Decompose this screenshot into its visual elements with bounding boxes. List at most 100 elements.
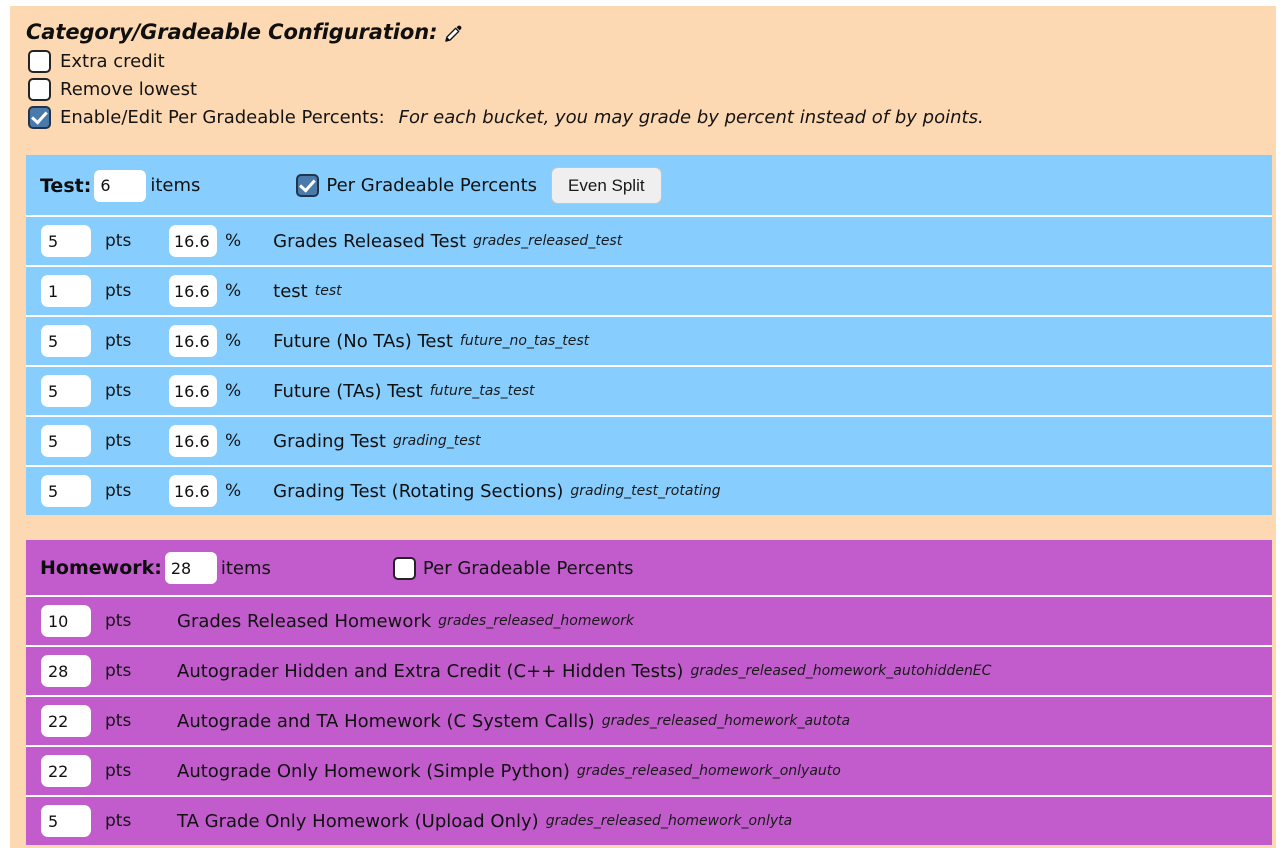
bucket-homework-items-input[interactable]: [164, 552, 217, 584]
bucket-test-even-split-button[interactable]: Even Split: [551, 167, 662, 204]
gradeable-points-input[interactable]: [41, 225, 91, 257]
gradeable-title: Future (TAs) Test: [273, 380, 423, 402]
gradeable-row: pts % test test: [26, 265, 1272, 315]
gradeable-points-input[interactable]: [41, 325, 91, 357]
percent-unit-label: %: [225, 431, 242, 451]
bucket-homework-per-gradeable-percents-group[interactable]: Per Gradeable Percents: [392, 556, 634, 580]
enable-per-gradeable-percents-checkbox[interactable]: [28, 106, 51, 129]
gradeable-title: Autograde and TA Homework (C System Call…: [177, 710, 595, 732]
gradeable-id: test: [314, 283, 342, 299]
remove-lowest-label: Remove lowest: [60, 78, 198, 100]
bucket-homework-per-gradeable-percents-checkbox[interactable]: [392, 556, 416, 580]
gradeable-title: Autograde Only Homework (Simple Python): [177, 760, 570, 782]
bucket-test-rows: pts % Grades Released Test grades_releas…: [26, 215, 1272, 515]
gradeable-points-input[interactable]: [41, 375, 91, 407]
percent-unit-label: %: [225, 481, 242, 501]
extra-credit-label: Extra credit: [60, 50, 165, 72]
gradeable-id: future_no_tas_test: [459, 333, 590, 349]
gradeable-percent-input[interactable]: [169, 275, 217, 307]
gradeable-row: pts TA Grade Only Homework (Upload Only)…: [26, 795, 1272, 845]
extra-credit-checkbox[interactable]: [28, 50, 51, 73]
gradeable-id: grades_released_homework: [438, 613, 635, 629]
gradeable-id: future_tas_test: [429, 383, 535, 399]
gradeable-points-input[interactable]: [41, 755, 91, 787]
bucket-test-items-input[interactable]: [94, 169, 147, 202]
gradeable-row: pts Autograde Only Homework (Simple Pyth…: [26, 745, 1272, 795]
gradeable-points-input[interactable]: [41, 425, 91, 457]
gradeable-row: pts Grades Released Homework grades_rele…: [26, 595, 1272, 645]
gradeable-percent-input[interactable]: [169, 375, 217, 407]
gradeable-id: grades_released_homework_autota: [601, 713, 851, 729]
gradeable-row: pts % Grading Test grading_test: [26, 415, 1272, 465]
bucket-homework-items-label: items: [220, 557, 271, 579]
percent-unit-label: %: [225, 231, 242, 251]
bucket-test-name: Test:: [40, 174, 92, 197]
gradeable-points-input[interactable]: [41, 805, 91, 837]
gradeable-title: Future (No TAs) Test: [273, 330, 453, 352]
gradeable-row: pts Autograde and TA Homework (C System …: [26, 695, 1272, 745]
gradeable-title: Grades Released Homework: [177, 610, 432, 632]
bucket-test: Test: items Per Gradeable Percents Even …: [26, 155, 1272, 515]
percent-unit-label: %: [225, 281, 242, 301]
bucket-test-header: Test: items Per Gradeable Percents Even …: [26, 155, 1272, 215]
points-unit-label: pts: [105, 281, 132, 301]
bucket-homework-header: Homework: items Per Gradeable Percents: [26, 540, 1272, 595]
gradeable-points-input[interactable]: [41, 705, 91, 737]
bucket-test-items-label: items: [150, 175, 201, 196]
points-unit-label: pts: [105, 661, 132, 681]
points-unit-label: pts: [105, 611, 132, 631]
bucket-homework-name: Homework:: [40, 557, 162, 579]
page-title: Category/Gradeable Configuration:: [26, 20, 1276, 44]
gradeable-id: grades_released_homework_onlyta: [545, 813, 793, 829]
gradeable-id: grading_test_rotating: [570, 483, 721, 499]
spacer-before-test-bucket: [10, 134, 1276, 155]
points-unit-label: pts: [105, 381, 132, 401]
points-unit-label: pts: [105, 761, 132, 781]
pencil-icon[interactable]: [444, 23, 464, 43]
enable-per-gradeable-percents-label: Enable/Edit Per Gradeable Percents:: [60, 106, 385, 128]
percent-unit-label: %: [225, 381, 242, 401]
page-root: Category/Gradeable Configuration: Extra …: [0, 0, 1286, 848]
bucket-homework-per-gradeable-percents-label: Per Gradeable Percents: [422, 557, 634, 579]
gradeable-id: grades_released_test: [473, 233, 623, 249]
points-unit-label: pts: [105, 481, 132, 501]
gradeable-percent-input[interactable]: [169, 325, 217, 357]
points-unit-label: pts: [105, 711, 132, 731]
page-title-text: Category/Gradeable Configuration:: [26, 20, 438, 44]
gradeable-title: Autograder Hidden and Extra Credit (C++ …: [177, 660, 684, 682]
gradeable-points-input[interactable]: [41, 605, 91, 637]
enable-per-gradeable-percents-hint: For each bucket, you may grade by percen…: [398, 106, 984, 128]
bucket-homework: Homework: items Per Gradeable Percents p…: [26, 540, 1272, 845]
gradeable-row: pts % Grading Test (Rotating Sections) g…: [26, 465, 1272, 515]
option-row-remove-lowest[interactable]: Remove lowest: [28, 78, 1276, 101]
bucket-test-per-gradeable-percents-checkbox[interactable]: [296, 174, 320, 197]
bucket-test-per-gradeable-percents-label: Per Gradeable Percents: [326, 175, 538, 196]
gradeable-title: test: [273, 280, 308, 302]
gradeable-id: grades_released_homework_onlyauto: [576, 763, 841, 779]
remove-lowest-checkbox[interactable]: [28, 78, 51, 101]
gradeable-id: grades_released_homework_autohiddenEC: [690, 663, 992, 679]
option-row-per-gradeable-percents[interactable]: Enable/Edit Per Gradeable Percents: For …: [28, 106, 1276, 129]
option-row-extra-credit[interactable]: Extra credit: [28, 50, 1276, 73]
gradeable-points-input[interactable]: [41, 275, 91, 307]
spacer-between-buckets: [10, 515, 1276, 540]
gradeable-row: pts % Future (TAs) Test future_tas_test: [26, 365, 1272, 415]
gradeable-percent-input[interactable]: [169, 225, 217, 257]
gradeable-points-input[interactable]: [41, 475, 91, 507]
bucket-homework-rows: pts Grades Released Homework grades_rele…: [26, 595, 1272, 845]
gradeable-id: grading_test: [392, 433, 481, 449]
gradeable-title: TA Grade Only Homework (Upload Only): [177, 810, 539, 832]
points-unit-label: pts: [105, 331, 132, 351]
bucket-test-per-gradeable-percents-group[interactable]: Per Gradeable Percents: [296, 174, 537, 197]
points-unit-label: pts: [105, 431, 132, 451]
percent-unit-label: %: [225, 331, 242, 351]
gradeable-row: pts % Future (No TAs) Test future_no_tas…: [26, 315, 1272, 365]
gradeable-title: Grading Test: [273, 430, 386, 452]
configuration-panel: Category/Gradeable Configuration: Extra …: [10, 6, 1276, 848]
gradeable-percent-input[interactable]: [169, 425, 217, 457]
configuration-header: Category/Gradeable Configuration: Extra …: [10, 6, 1276, 129]
gradeable-row: pts Autograder Hidden and Extra Credit (…: [26, 645, 1272, 695]
gradeable-percent-input[interactable]: [169, 475, 217, 507]
gradeable-points-input[interactable]: [41, 655, 91, 687]
points-unit-label: pts: [105, 811, 132, 831]
